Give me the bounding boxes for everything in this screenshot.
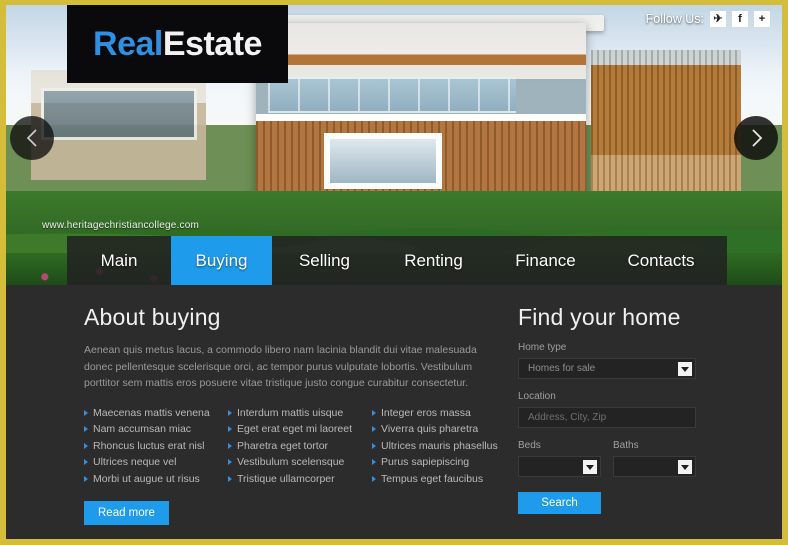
chevron-down-icon [678,362,692,376]
about-paragraph: Aenean quis metus lacus, a commodo liber… [84,344,477,389]
watermark-text: www.heritagechristiancollege.com [42,220,200,231]
beds-field: Beds [518,440,601,489]
list-item[interactable]: Eget erat eget mi laoreet [228,421,372,438]
logo[interactable]: RealEstate [67,5,288,83]
feature-list-column-3: Integer eros massa Viverra quis pharetra… [372,405,500,488]
beds-baths-row: Beds Baths [518,440,708,489]
page-title: About buying [84,304,221,330]
feature-list-column-2: Interdum mattis uisque Eget erat eget mi… [228,405,372,488]
feature-lists: Maecenas mattis venena Nam accumsan miac… [84,405,500,488]
facebook-icon[interactable]: f [732,11,748,27]
page-root: RealEstate Follow Us: ✈ f + Main Buying … [0,0,788,545]
list-item[interactable]: Ultrices neque vel [84,454,228,471]
list-item[interactable]: Tristique ullamcorper [228,471,372,488]
slider-next-arrow-icon[interactable] [734,116,778,160]
follow-us-label: Follow Us: [645,12,704,26]
location-label: Location [518,391,556,402]
search-button[interactable]: Search [518,492,601,514]
chevron-down-icon [678,460,692,474]
nav-item-buying[interactable]: Buying [171,236,272,285]
feature-list-column-1: Maecenas mattis venena Nam accumsan miac… [84,405,228,488]
find-your-home-form: Find your home Home type Homes for sale … [518,304,708,514]
nav-item-selling[interactable]: Selling [272,236,377,285]
logo-primary: Real [93,24,163,63]
twitter-icon[interactable]: ✈ [710,11,726,27]
nav-item-contacts[interactable]: Contacts [601,236,721,285]
content-area: About buying Aenean quis metus lacus, a … [6,285,782,539]
googleplus-icon[interactable]: + [754,11,770,27]
list-item[interactable]: Ultrices mauris phasellus [372,438,500,455]
list-item[interactable]: Rhoncus luctus erat nisl [84,438,228,455]
baths-label: Baths [613,440,639,451]
logo-text: RealEstate [93,25,262,64]
list-item[interactable]: Pharetra eget tortor [228,438,372,455]
nav-item-renting[interactable]: Renting [377,236,490,285]
list-item[interactable]: Purus sapiepiscing [372,454,500,471]
home-type-select[interactable]: Homes for sale [518,358,696,379]
list-item[interactable]: Maecenas mattis venena [84,405,228,422]
follow-us-bar: Follow Us: ✈ f + [646,11,770,27]
chevron-down-icon [583,460,597,474]
read-more-button[interactable]: Read more [84,501,169,525]
list-item[interactable]: Interdum mattis uisque [228,405,372,422]
baths-select[interactable] [613,456,696,477]
about-buying-section: About buying Aenean quis metus lacus, a … [84,304,500,525]
form-title: Find your home [518,304,681,330]
slider-prev-arrow-icon[interactable] [10,116,54,160]
list-item[interactable]: Vestibulum scelensque [228,454,372,471]
site-frame: RealEstate Follow Us: ✈ f + Main Buying … [6,5,782,539]
main-navigation: Main Buying Selling Renting Finance Cont… [67,236,727,285]
list-item[interactable]: Morbi ut augue ut risus [84,471,228,488]
nav-item-finance[interactable]: Finance [490,236,601,285]
list-item[interactable]: Tempus eget faucibus [372,471,500,488]
home-type-value: Homes for sale [528,363,596,374]
logo-secondary: Estate [162,24,263,63]
home-type-label: Home type [518,342,567,353]
list-item[interactable]: Nam accumsan miac [84,421,228,438]
list-item[interactable]: Integer eros massa [372,405,500,422]
beds-select[interactable] [518,456,601,477]
location-input[interactable] [518,407,696,428]
nav-item-main[interactable]: Main [67,236,171,285]
baths-field: Baths [613,440,696,489]
beds-label: Beds [518,440,541,451]
list-item[interactable]: Viverra quis pharetra [372,421,500,438]
